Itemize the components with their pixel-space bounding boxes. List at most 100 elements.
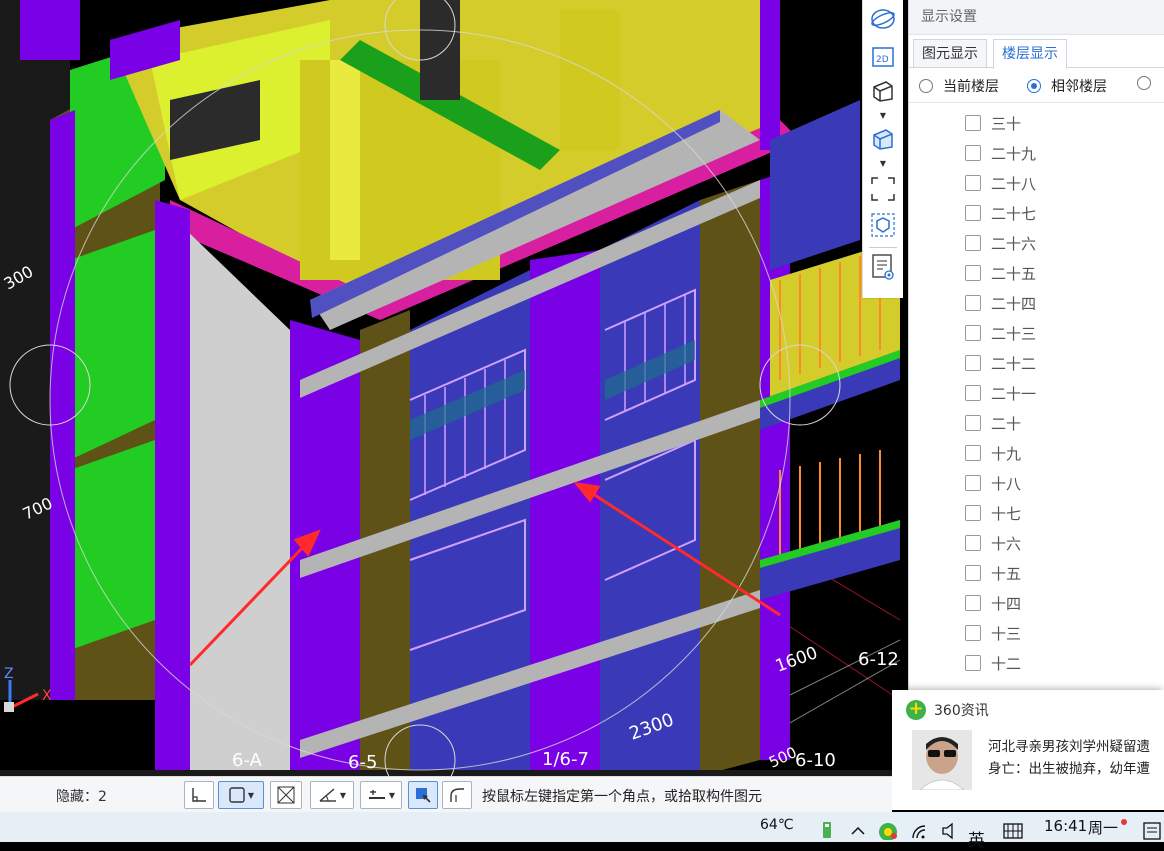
input-method-indicator[interactable]: 英 [968, 826, 985, 851]
floor-label: 三十 [991, 114, 1022, 133]
chevron-down-icon[interactable]: ▼ [877, 112, 889, 120]
floor-label: 十五 [991, 564, 1022, 583]
floor-item[interactable]: 二十二 [909, 348, 1164, 378]
floor-label: 二十七 [991, 204, 1037, 223]
floor-item[interactable]: 二十八 [909, 168, 1164, 198]
view-3d-solid-icon[interactable] [869, 126, 897, 152]
checkbox-icon[interactable] [965, 325, 981, 341]
notification-center-icon[interactable] [1142, 820, 1162, 844]
floor-item[interactable]: 二十五 [909, 258, 1164, 288]
floor-item[interactable]: 二十六 [909, 228, 1164, 258]
news-headline-line1: 河北寻亲男孩刘学州疑留遗 [988, 739, 1150, 755]
chevron-down-icon[interactable]: ▼ [877, 160, 889, 168]
checkbox-icon[interactable] [965, 355, 981, 371]
floor-item[interactable]: 三十 [909, 108, 1164, 138]
checkbox-icon[interactable] [965, 505, 981, 521]
cpu-temperature[interactable]: 64℃ [760, 817, 794, 833]
checkbox-icon[interactable] [965, 565, 981, 581]
floor-item[interactable]: 十六 [909, 528, 1164, 558]
tab-floor-display[interactable]: 楼层显示 [993, 39, 1067, 69]
tab-element-display[interactable]: 图元显示 [913, 39, 987, 67]
checkbox-icon[interactable] [965, 595, 981, 611]
floor-item[interactable]: 二十七 [909, 198, 1164, 228]
checkbox-icon[interactable] [965, 475, 981, 491]
clock-time[interactable]: 16:41 [1044, 817, 1087, 835]
orbit-icon[interactable] [869, 6, 897, 32]
offset-snap-button[interactable]: ▼ [360, 781, 402, 809]
checkbox-icon[interactable] [965, 535, 981, 551]
floor-label: 十八 [991, 474, 1022, 493]
checkbox-icon[interactable] [965, 655, 981, 671]
floor-list: 三十 二十九 二十八 二十七 二十六 二十五 二十四 二十三 二十二 二十一 二… [909, 104, 1164, 690]
floor-item[interactable]: 十三 [909, 618, 1164, 648]
checkbox-icon[interactable] [965, 205, 981, 221]
speaker-icon[interactable] [940, 820, 960, 844]
checkbox-icon[interactable] [965, 175, 981, 191]
floor-label: 二十九 [991, 144, 1037, 163]
panel-title: 显示设置 [909, 0, 1164, 35]
pick-element-button[interactable] [408, 781, 438, 809]
radio-adjacent-floor-label: 相邻楼层 [1051, 79, 1107, 95]
news-text[interactable]: 河北寻亲男孩刘学州疑留遗 身亡：出生被抛弃，幼年遭 [988, 736, 1164, 780]
select-shape-button[interactable]: ▼ [218, 781, 264, 809]
chevron-down-icon: ▼ [247, 790, 255, 800]
component-view-icon[interactable] [869, 212, 897, 238]
offset-icon [368, 790, 385, 799]
chevron-down-icon: ▼ [339, 790, 347, 800]
hidden-count: 隐藏：2 [56, 789, 107, 805]
radio-all-floors[interactable] [1137, 76, 1161, 90]
cross-select-button[interactable] [270, 781, 302, 809]
display-settings-icon[interactable] [869, 254, 897, 280]
360-security-icon[interactable] [878, 820, 898, 844]
floor-item[interactable]: 二十 [909, 408, 1164, 438]
arc-draw-button[interactable] [442, 781, 472, 809]
radio-adjacent-floor[interactable]: 相邻楼层 [1027, 76, 1107, 96]
notification-dot-icon [1120, 814, 1128, 830]
checkbox-icon[interactable] [965, 115, 981, 131]
floor-item[interactable]: 十五 [909, 558, 1164, 588]
angle-snap-button[interactable]: ▼ [310, 781, 354, 809]
view-2d-icon[interactable]: 2D [869, 44, 897, 70]
status-bar: 隐藏：2 ▼ ▼ ▼ 按鼠标左键指定第一个角点，或拾取构件图元 [0, 776, 892, 813]
orthogonal-mode-button[interactable] [184, 781, 214, 809]
usb-icon[interactable] [820, 820, 834, 844]
checkbox-icon[interactable] [965, 295, 981, 311]
3d-viewport[interactable]: 6-A 6-5 1/6-7 6-10 6-12 2300 1600 300 70… [0, 0, 908, 776]
floor-label: 十二 [991, 654, 1022, 673]
floor-item[interactable]: 十四 [909, 588, 1164, 618]
news-source: 360资讯 [934, 703, 989, 719]
floor-item[interactable]: 二十九 [909, 138, 1164, 168]
checkbox-icon[interactable] [965, 145, 981, 161]
floor-item[interactable]: 十七 [909, 498, 1164, 528]
floor-label: 十六 [991, 534, 1022, 553]
chevron-up-icon[interactable] [850, 820, 866, 842]
floor-item[interactable]: 二十四 [909, 288, 1164, 318]
wifi-icon[interactable] [910, 820, 930, 844]
floor-label: 二十八 [991, 174, 1037, 193]
clock-weekday[interactable]: 周一 [1088, 817, 1118, 838]
news-thumbnail[interactable] [912, 730, 972, 790]
fit-view-icon[interactable] [869, 176, 897, 202]
news-popup[interactable]: 360资讯 河北寻亲男孩刘学州疑留遗 身亡：出生被抛弃，幼年遭 [892, 690, 1164, 810]
building-model-render[interactable]: 6-A 6-5 1/6-7 6-10 6-12 2300 1600 300 70… [0, 0, 908, 776]
radio-current-floor[interactable]: 当前楼层 [919, 76, 999, 96]
floor-item[interactable]: 二十三 [909, 318, 1164, 348]
axis-label-6-12: 6-12 [858, 649, 899, 670]
checkbox-icon[interactable] [965, 445, 981, 461]
floor-item[interactable]: 二十一 [909, 378, 1164, 408]
checkbox-icon[interactable] [965, 415, 981, 431]
floor-label: 十三 [991, 624, 1022, 643]
checkbox-icon[interactable] [965, 265, 981, 281]
floor-item[interactable]: 十八 [909, 468, 1164, 498]
angle-icon [319, 788, 336, 802]
floor-label: 二十六 [991, 234, 1037, 253]
checkbox-icon[interactable] [965, 385, 981, 401]
checkbox-icon[interactable] [965, 235, 981, 251]
view-3d-cube-icon[interactable] [869, 78, 897, 104]
floor-item[interactable]: 十二 [909, 648, 1164, 678]
axis-z-label: Z [4, 666, 14, 682]
checkbox-icon[interactable] [965, 625, 981, 641]
keyboard-icon[interactable] [1002, 820, 1024, 844]
floor-item[interactable]: 十九 [909, 438, 1164, 468]
orthogonal-icon [192, 788, 206, 802]
